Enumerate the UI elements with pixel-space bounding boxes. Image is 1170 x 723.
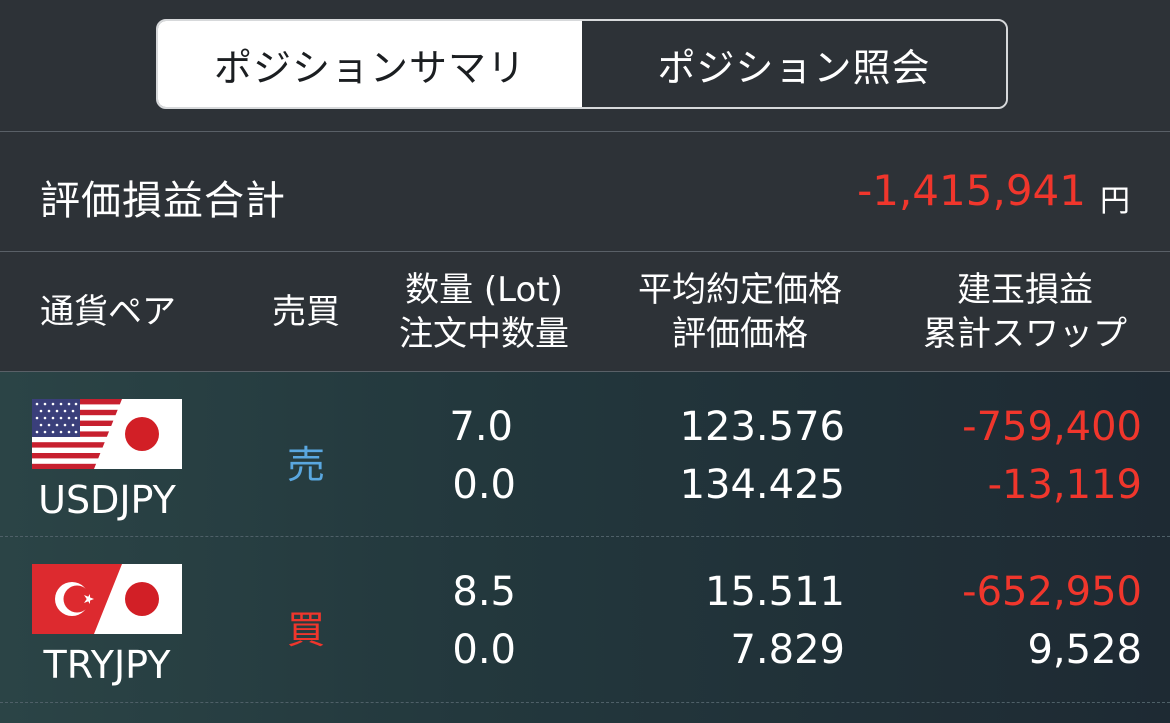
valuation-price: 7.829 [730,627,845,673]
avg-price: 123.576 [679,404,845,450]
pair-name: TRYJPY [43,643,171,687]
position-summary-screen: ポジションサマリ ポジション照会 評価損益合計 -1,415,941 円 通貨ペ… [0,0,1170,723]
total-pl-value: -1,415,941 [857,166,1086,215]
position-pl: -652,950 [962,569,1142,615]
pair-name: USDJPY [38,478,176,522]
total-pl-label: 評価損益合計 [40,178,286,224]
column-header-pl: 建玉損益 累計スワップ [905,268,1145,356]
avg-price: 15.511 [705,569,845,615]
side-label: 買 [287,608,326,652]
total-pl-unit: 円 [1100,184,1130,219]
valuation-price: 134.425 [679,462,845,508]
position-row[interactable]: TRYJPY 買 8.5 0.0 15.511 7.829 -652,950 9… [0,537,1170,701]
order-quantity: 0.0 [452,462,516,508]
divider [0,251,1170,252]
quantity: 7.0 [449,404,513,450]
column-header-side: 売買 [272,292,340,332]
swap-total: -13,119 [987,462,1142,508]
us-jp-flag-icon [32,399,182,469]
column-header-price-line2: 評価価格 [672,314,808,354]
swap-total: 9,528 [1027,627,1142,673]
column-header-pair: 通貨ペア [40,292,176,332]
positions-list: USDJPY 売 7.0 0.0 123.576 134.425 -759,40… [0,372,1170,723]
tab-position-summary[interactable]: ポジションサマリ [158,21,582,107]
position-tabs: ポジションサマリ ポジション照会 [156,19,1008,109]
column-header-price: 平均約定価格 評価価格 [620,268,860,356]
column-header-quantity: 数量 (Lot) 注文中数量 [384,268,584,356]
divider [0,131,1170,132]
position-row[interactable]: USDJPY 売 7.0 0.0 123.576 134.425 -759,40… [0,372,1170,536]
quantity: 8.5 [452,569,516,615]
column-header-pl-line1: 建玉損益 [957,270,1093,310]
position-pl: -759,400 [962,404,1142,450]
column-header-pl-line2: 累計スワップ [923,314,1127,354]
column-header-quantity-line1: 数量 (Lot) [405,270,563,310]
tab-position-inquiry[interactable]: ポジション照会 [582,21,1006,107]
side-label: 売 [287,443,326,487]
row-divider [0,702,1170,703]
order-quantity: 0.0 [452,627,516,673]
tr-jp-flag-icon [32,564,182,634]
column-header-price-line1: 平均約定価格 [638,270,842,310]
column-header-quantity-line2: 注文中数量 [399,314,569,354]
